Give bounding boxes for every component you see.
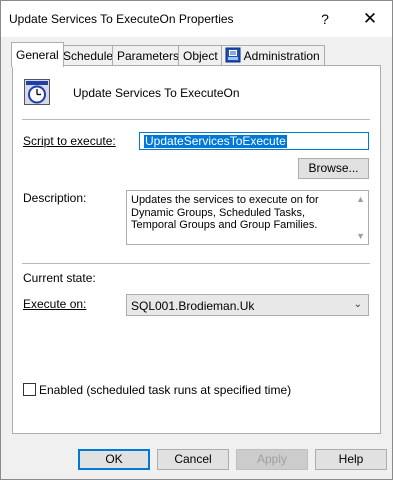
enabled-label[interactable]: Enabled (scheduled task runs at specifie…: [39, 383, 291, 397]
ok-button[interactable]: OK: [78, 449, 150, 470]
tab-label: Administration: [243, 49, 320, 63]
apply-button[interactable]: Apply: [236, 449, 308, 470]
script-label: Script to execute:: [23, 134, 116, 148]
divider: [22, 263, 370, 264]
execute-on-select[interactable]: SQL001.Brodieman.Uk ⌄: [126, 294, 369, 316]
tab-general[interactable]: General: [11, 42, 64, 67]
title-bar: Update Services To ExecuteOn Properties …: [1, 1, 392, 37]
object-name: Update Services To ExecuteOn: [73, 86, 240, 100]
current-state-label: Current state:: [23, 271, 96, 285]
help-button[interactable]: Help: [315, 449, 387, 470]
cancel-button[interactable]: Cancel: [157, 449, 229, 470]
shield-icon: [225, 47, 241, 63]
scroll-up-icon[interactable]: ▲: [356, 194, 365, 204]
window-title: Update Services To ExecuteOn Properties: [9, 12, 234, 26]
tab-object[interactable]: Object: [178, 45, 223, 66]
properties-dialog: Update Services To ExecuteOn Properties …: [0, 0, 393, 480]
scroll-down-icon[interactable]: ▼: [356, 231, 365, 241]
tab-label: General: [16, 48, 59, 62]
tab-administration[interactable]: Administration: [221, 45, 325, 66]
tab-label: Schedule: [63, 49, 114, 63]
tab-schedule[interactable]: Schedule: [58, 45, 119, 66]
clock-icon: [24, 79, 50, 105]
execute-on-label: Execute on:: [23, 297, 87, 311]
script-value: UpdateServicesToExecute: [144, 134, 287, 148]
tab-label: Parameters: [117, 49, 180, 63]
chevron-down-icon: ⌄: [353, 299, 362, 310]
script-input[interactable]: UpdateServicesToExecute: [139, 132, 369, 150]
execute-on-value: SQL001.Brodieman.Uk: [131, 299, 255, 313]
divider: [22, 119, 370, 120]
tab-panel-general: [12, 65, 381, 434]
description-label: Description:: [23, 191, 87, 205]
help-icon[interactable]: ?: [318, 7, 332, 31]
browse-button[interactable]: Browse...: [298, 158, 369, 179]
tab-parameters[interactable]: Parameters: [112, 45, 185, 66]
close-icon[interactable]: ✕: [358, 7, 382, 31]
enabled-checkbox[interactable]: [23, 383, 36, 396]
description-textarea[interactable]: Updates the services to execute on for D…: [126, 190, 369, 245]
tab-label: Object: [183, 49, 218, 63]
description-text: Updates the services to execute on for D…: [131, 194, 319, 231]
